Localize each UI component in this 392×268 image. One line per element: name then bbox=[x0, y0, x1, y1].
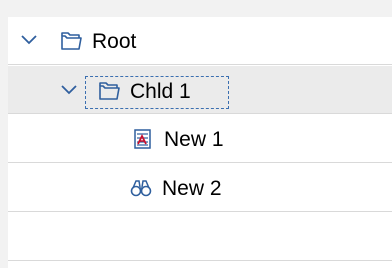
tree-row-child-1[interactable]: Chld 1 bbox=[8, 66, 392, 114]
tree-node-label: New 2 bbox=[162, 177, 222, 200]
tree-node-label: New 1 bbox=[164, 128, 224, 151]
tree-row-new-1[interactable]: New 1 bbox=[8, 115, 392, 163]
document-chart-icon bbox=[134, 129, 151, 149]
chevron-down-icon[interactable] bbox=[20, 31, 38, 49]
tree-view[interactable]: Root Chld 1 New 1 New 2 bbox=[8, 17, 392, 268]
tree-row-empty bbox=[8, 213, 392, 261]
chevron-down-icon[interactable] bbox=[60, 81, 78, 99]
tree-node-label: Root bbox=[92, 30, 137, 53]
folder-icon bbox=[99, 82, 120, 100]
tree-row-root[interactable]: Root bbox=[8, 17, 392, 65]
tree-node-label: Chld 1 bbox=[130, 80, 191, 103]
folder-icon bbox=[61, 32, 82, 50]
binoculars-icon bbox=[130, 180, 152, 197]
tree-row-new-2[interactable]: New 2 bbox=[8, 164, 392, 212]
